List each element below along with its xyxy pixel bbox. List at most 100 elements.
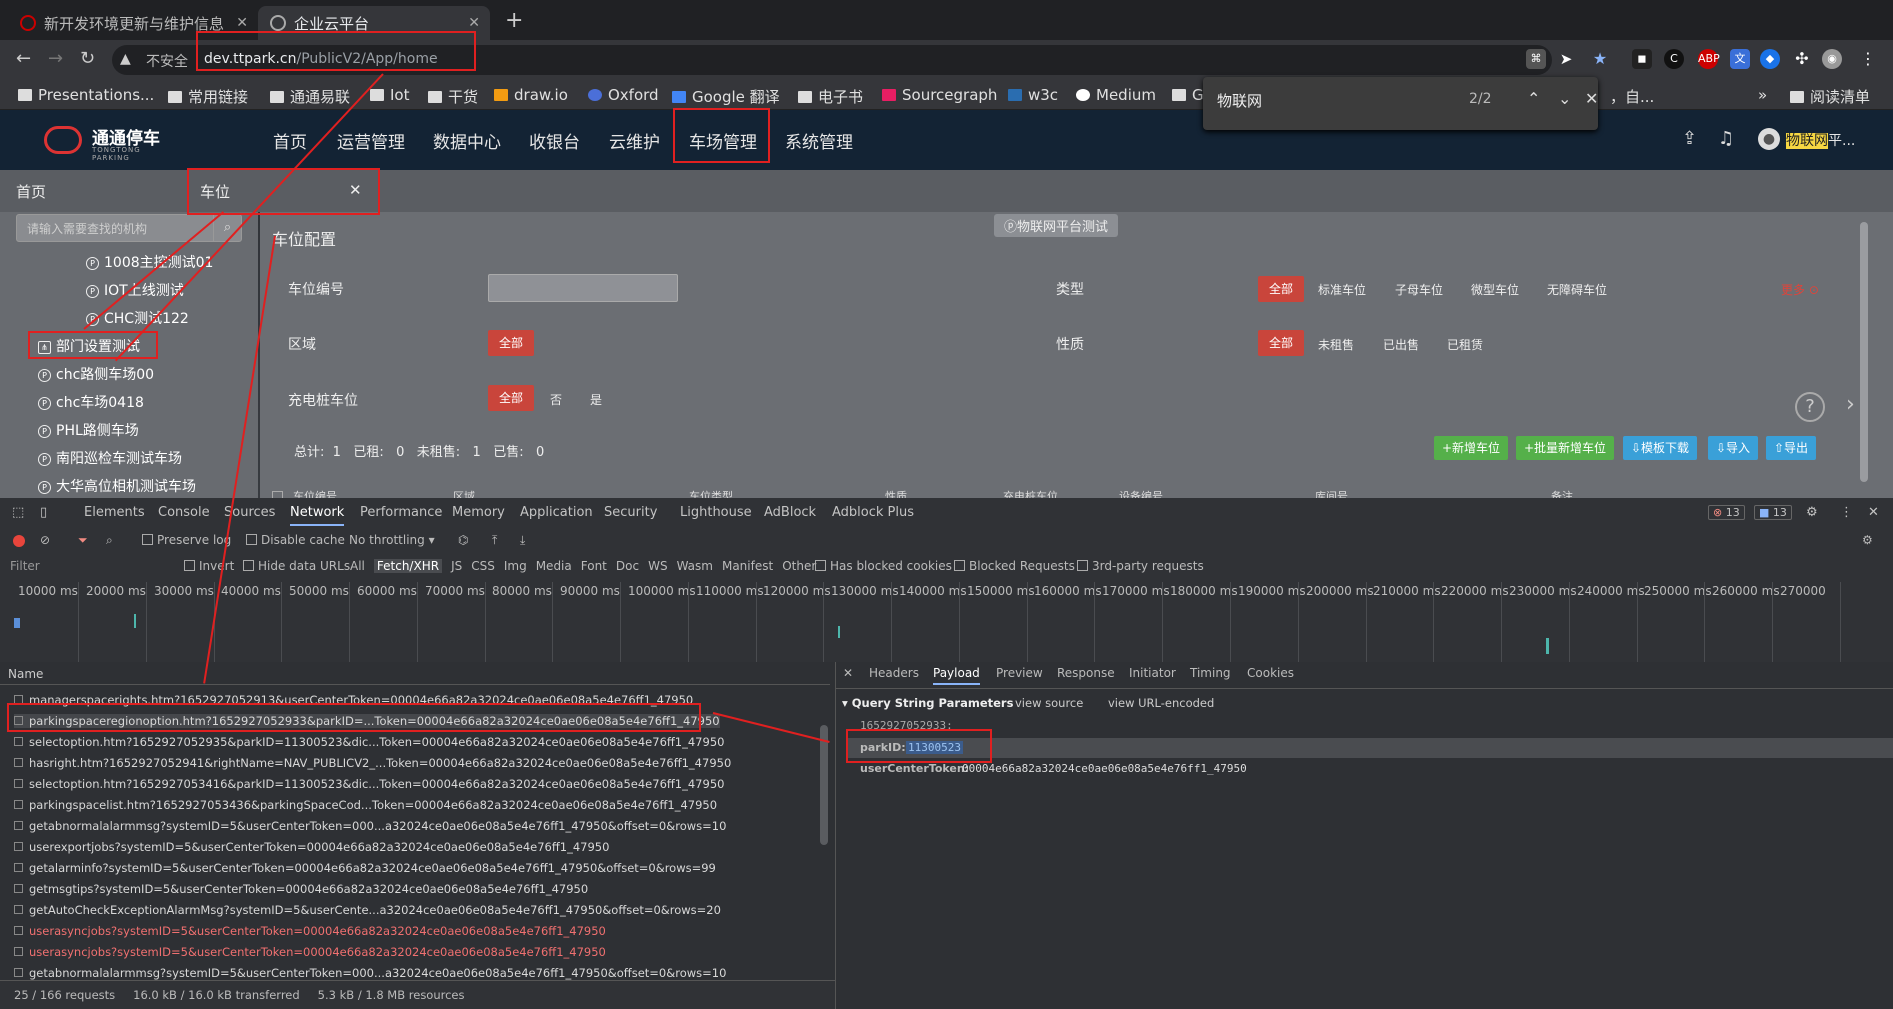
detail-tab-preview[interactable]: Preview: [996, 666, 1043, 680]
reload-icon[interactable]: ↻: [80, 48, 95, 69]
devtools-tab-adblock-plus[interactable]: Adblock Plus: [832, 505, 914, 520]
bell-icon[interactable]: ♫: [1718, 128, 1734, 149]
bookmark-item[interactable]: Google 翻译: [672, 86, 780, 107]
devtools-tab-application[interactable]: Application: [520, 505, 593, 520]
device-toggle-icon[interactable]: ▯: [40, 505, 47, 520]
third-party-checkbox[interactable]: 3rd-party requests: [1077, 559, 1204, 573]
close-detail-icon[interactable]: ✕: [843, 666, 853, 680]
find-prev-icon[interactable]: ⌃: [1527, 89, 1540, 108]
page-action-icon[interactable]: ⌘: [1526, 49, 1546, 69]
type-option[interactable]: 微型车位: [1471, 281, 1519, 298]
forward-icon[interactable]: →: [48, 48, 63, 69]
tree-item[interactable]: P 大华高位相机测试车场: [38, 476, 196, 496]
throttling-select[interactable]: No throttling ▾: [349, 533, 435, 547]
detail-tab-headers[interactable]: Headers: [869, 666, 919, 680]
request-row[interactable]: selectoption.htm?1652927052935&parkID=11…: [14, 735, 724, 749]
more-link[interactable]: 更多 ⊙: [1781, 281, 1819, 298]
filter-all[interactable]: All: [350, 559, 365, 573]
filter-fetch-xhr[interactable]: Fetch/XHR: [373, 559, 443, 573]
devtools-tab-network[interactable]: Network: [290, 505, 345, 526]
network-filter-input[interactable]: Filter: [10, 559, 40, 573]
find-input[interactable]: 物联网: [1217, 90, 1262, 111]
content-scrollbar[interactable]: [1860, 222, 1868, 482]
request-row[interactable]: getAutoCheckExceptionAlarmMsg?systemID=5…: [14, 903, 721, 917]
hide-data-urls-checkbox[interactable]: Hide data URLs: [243, 559, 350, 573]
filter-ws[interactable]: WS: [648, 559, 667, 573]
devtools-tab-lighthouse[interactable]: Lighthouse: [680, 505, 752, 520]
filter-icon[interactable]: ⏷: [78, 533, 88, 548]
chevron-right-icon[interactable]: ›: [1846, 392, 1855, 417]
devtools-menu-icon[interactable]: ⋮: [1840, 505, 1853, 520]
type-all-button[interactable]: 全部: [1258, 276, 1305, 302]
invert-checkbox[interactable]: Invert: [184, 559, 234, 573]
devtools-tab-adblock[interactable]: AdBlock: [764, 505, 816, 520]
request-row[interactable]: getalarminfo?systemID=5&userCenterToken=…: [14, 861, 716, 875]
request-row[interactable]: selectoption.htm?1652927053416&parkID=11…: [14, 777, 724, 791]
nav-home[interactable]: 首页: [273, 128, 307, 153]
request-list-scrollbar[interactable]: [820, 725, 828, 845]
preserve-log-checkbox[interactable]: Preserve log: [142, 533, 231, 547]
export-button[interactable]: ⇧导出: [1766, 436, 1817, 460]
help-icon[interactable]: ?: [1795, 392, 1825, 422]
blocked-requests-checkbox[interactable]: Blocked Requests: [954, 559, 1075, 573]
message-count-badge[interactable]: ■ 13: [1754, 505, 1792, 520]
view-url-encoded-link[interactable]: view URL-encoded: [1108, 696, 1214, 710]
add-space-button[interactable]: +新增车位: [1434, 436, 1509, 460]
devtools-settings-icon[interactable]: ⚙: [1806, 505, 1818, 520]
request-row[interactable]: getabnormalalarmmsg?systemID=5&userCente…: [14, 819, 726, 833]
space-code-input[interactable]: [488, 274, 678, 302]
park-tag[interactable]: ⓟ物联网平台测试: [994, 214, 1119, 237]
adblock-plus-icon[interactable]: ABP: [1698, 49, 1720, 69]
close-tab-icon[interactable]: ✕: [236, 15, 248, 31]
param-token-value[interactable]: 00004e66a82a32024ce0ae06e08a5e4e76ff1_47…: [962, 762, 1247, 775]
nature-option[interactable]: 未租售: [1318, 336, 1354, 353]
nav-cashier[interactable]: 收银台: [529, 128, 580, 153]
area-all-button[interactable]: 全部: [488, 330, 535, 356]
request-row[interactable]: hasright.htm?1652927052941&rightName=NAV…: [14, 756, 731, 770]
query-string-section[interactable]: ▾ Query String Parameters: [842, 696, 1013, 710]
filter-wasm[interactable]: Wasm: [677, 559, 713, 573]
translate-icon[interactable]: 文: [1730, 49, 1750, 69]
bookmark-folder[interactable]: 通通易联: [270, 86, 350, 107]
name-column-header[interactable]: Name: [8, 667, 43, 681]
bookmark-item[interactable]: ，自...: [1610, 86, 1654, 107]
filter-doc[interactable]: Doc: [616, 559, 639, 573]
request-row[interactable]: getabnormalalarmmsg?systemID=5&userCente…: [14, 966, 726, 980]
devtools-tab-console[interactable]: Console: [158, 505, 210, 520]
bookmark-item[interactable]: draw.io: [494, 86, 568, 104]
filter-css[interactable]: CSS: [471, 559, 495, 573]
devtools-tab-memory[interactable]: Memory: [452, 505, 505, 520]
bookmark-folder[interactable]: Iot: [370, 86, 409, 104]
browser-menu-icon[interactable]: ⋮: [1858, 49, 1878, 69]
bookmark-folder[interactable]: 常用链接: [168, 86, 248, 107]
network-conditions-icon[interactable]: ⌬: [458, 533, 468, 547]
profile-avatar-icon[interactable]: ◉: [1822, 49, 1842, 69]
close-tab-icon[interactable]: ✕: [468, 15, 480, 31]
tree-item[interactable]: P 南阳巡检车测试车场: [38, 448, 182, 468]
upload-icon[interactable]: ⇪: [1682, 128, 1697, 149]
extension-2-icon[interactable]: C: [1664, 49, 1684, 69]
devtools-tab-performance[interactable]: Performance: [360, 505, 442, 520]
avatar[interactable]: ●: [1758, 128, 1780, 150]
view-source-link[interactable]: view source: [1015, 696, 1083, 710]
detail-tab-cookies[interactable]: Cookies: [1247, 666, 1294, 680]
nav-system-management[interactable]: 系统管理: [785, 128, 853, 153]
bookmark-item[interactable]: G: [1172, 86, 1204, 104]
devtools-close-icon[interactable]: ✕: [1868, 505, 1879, 520]
tree-item[interactable]: P PHL路侧车场: [38, 420, 139, 440]
filter-other[interactable]: Other: [782, 559, 816, 573]
new-tab-icon[interactable]: +: [505, 8, 523, 33]
import-har-icon[interactable]: ⤒: [492, 533, 497, 548]
filter-img[interactable]: Img: [504, 559, 527, 573]
filter-js[interactable]: JS: [451, 559, 462, 573]
charging-option-yes[interactable]: 是: [590, 391, 602, 408]
type-option[interactable]: 无障碍车位: [1547, 281, 1607, 298]
disable-cache-checkbox[interactable]: Disable cache: [246, 533, 345, 547]
reading-list[interactable]: 阅读清单: [1790, 86, 1870, 107]
find-next-icon[interactable]: ⌄: [1558, 89, 1571, 108]
bookmark-item[interactable]: w3c: [1008, 86, 1058, 104]
tree-item[interactable]: P IOT上线测试: [86, 280, 184, 300]
nav-operations[interactable]: 运营管理: [337, 128, 405, 153]
extension-1-icon[interactable]: ◼: [1632, 49, 1652, 69]
error-count-badge[interactable]: ⊗ 13: [1708, 505, 1745, 520]
